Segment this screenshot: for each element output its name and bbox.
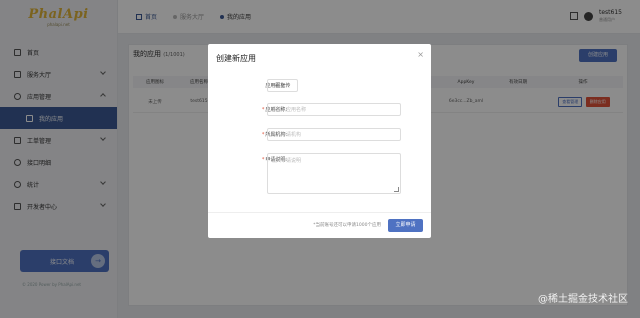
resize-handle[interactable] (394, 187, 399, 192)
org-input[interactable]: 输入申请机构 (267, 128, 401, 141)
required-mark: * (261, 132, 265, 138)
close-icon[interactable]: × (417, 50, 424, 59)
divider (208, 212, 431, 213)
required-mark: * (261, 107, 265, 113)
create-app-modal: 创建新应用 × 应用图标: + 上传 *应用名称: 请输入应用名称 *所属机构:… (208, 44, 431, 238)
desc-placeholder: 输入申请说明 (271, 158, 302, 164)
apply-button[interactable]: 立即申请 (388, 219, 423, 232)
desc-textarea[interactable]: 输入申请说明 (267, 153, 401, 194)
upload-button[interactable]: + 上传 (267, 79, 298, 92)
modal-title: 创建新应用 (216, 54, 256, 63)
watermark: @稀土掘金技术社区 (538, 294, 628, 305)
app-name-input[interactable]: 请输入应用名称 (267, 103, 401, 116)
required-mark: * (261, 157, 265, 163)
quota-note: *当前账号还可以申请1000个应用 (313, 223, 381, 228)
